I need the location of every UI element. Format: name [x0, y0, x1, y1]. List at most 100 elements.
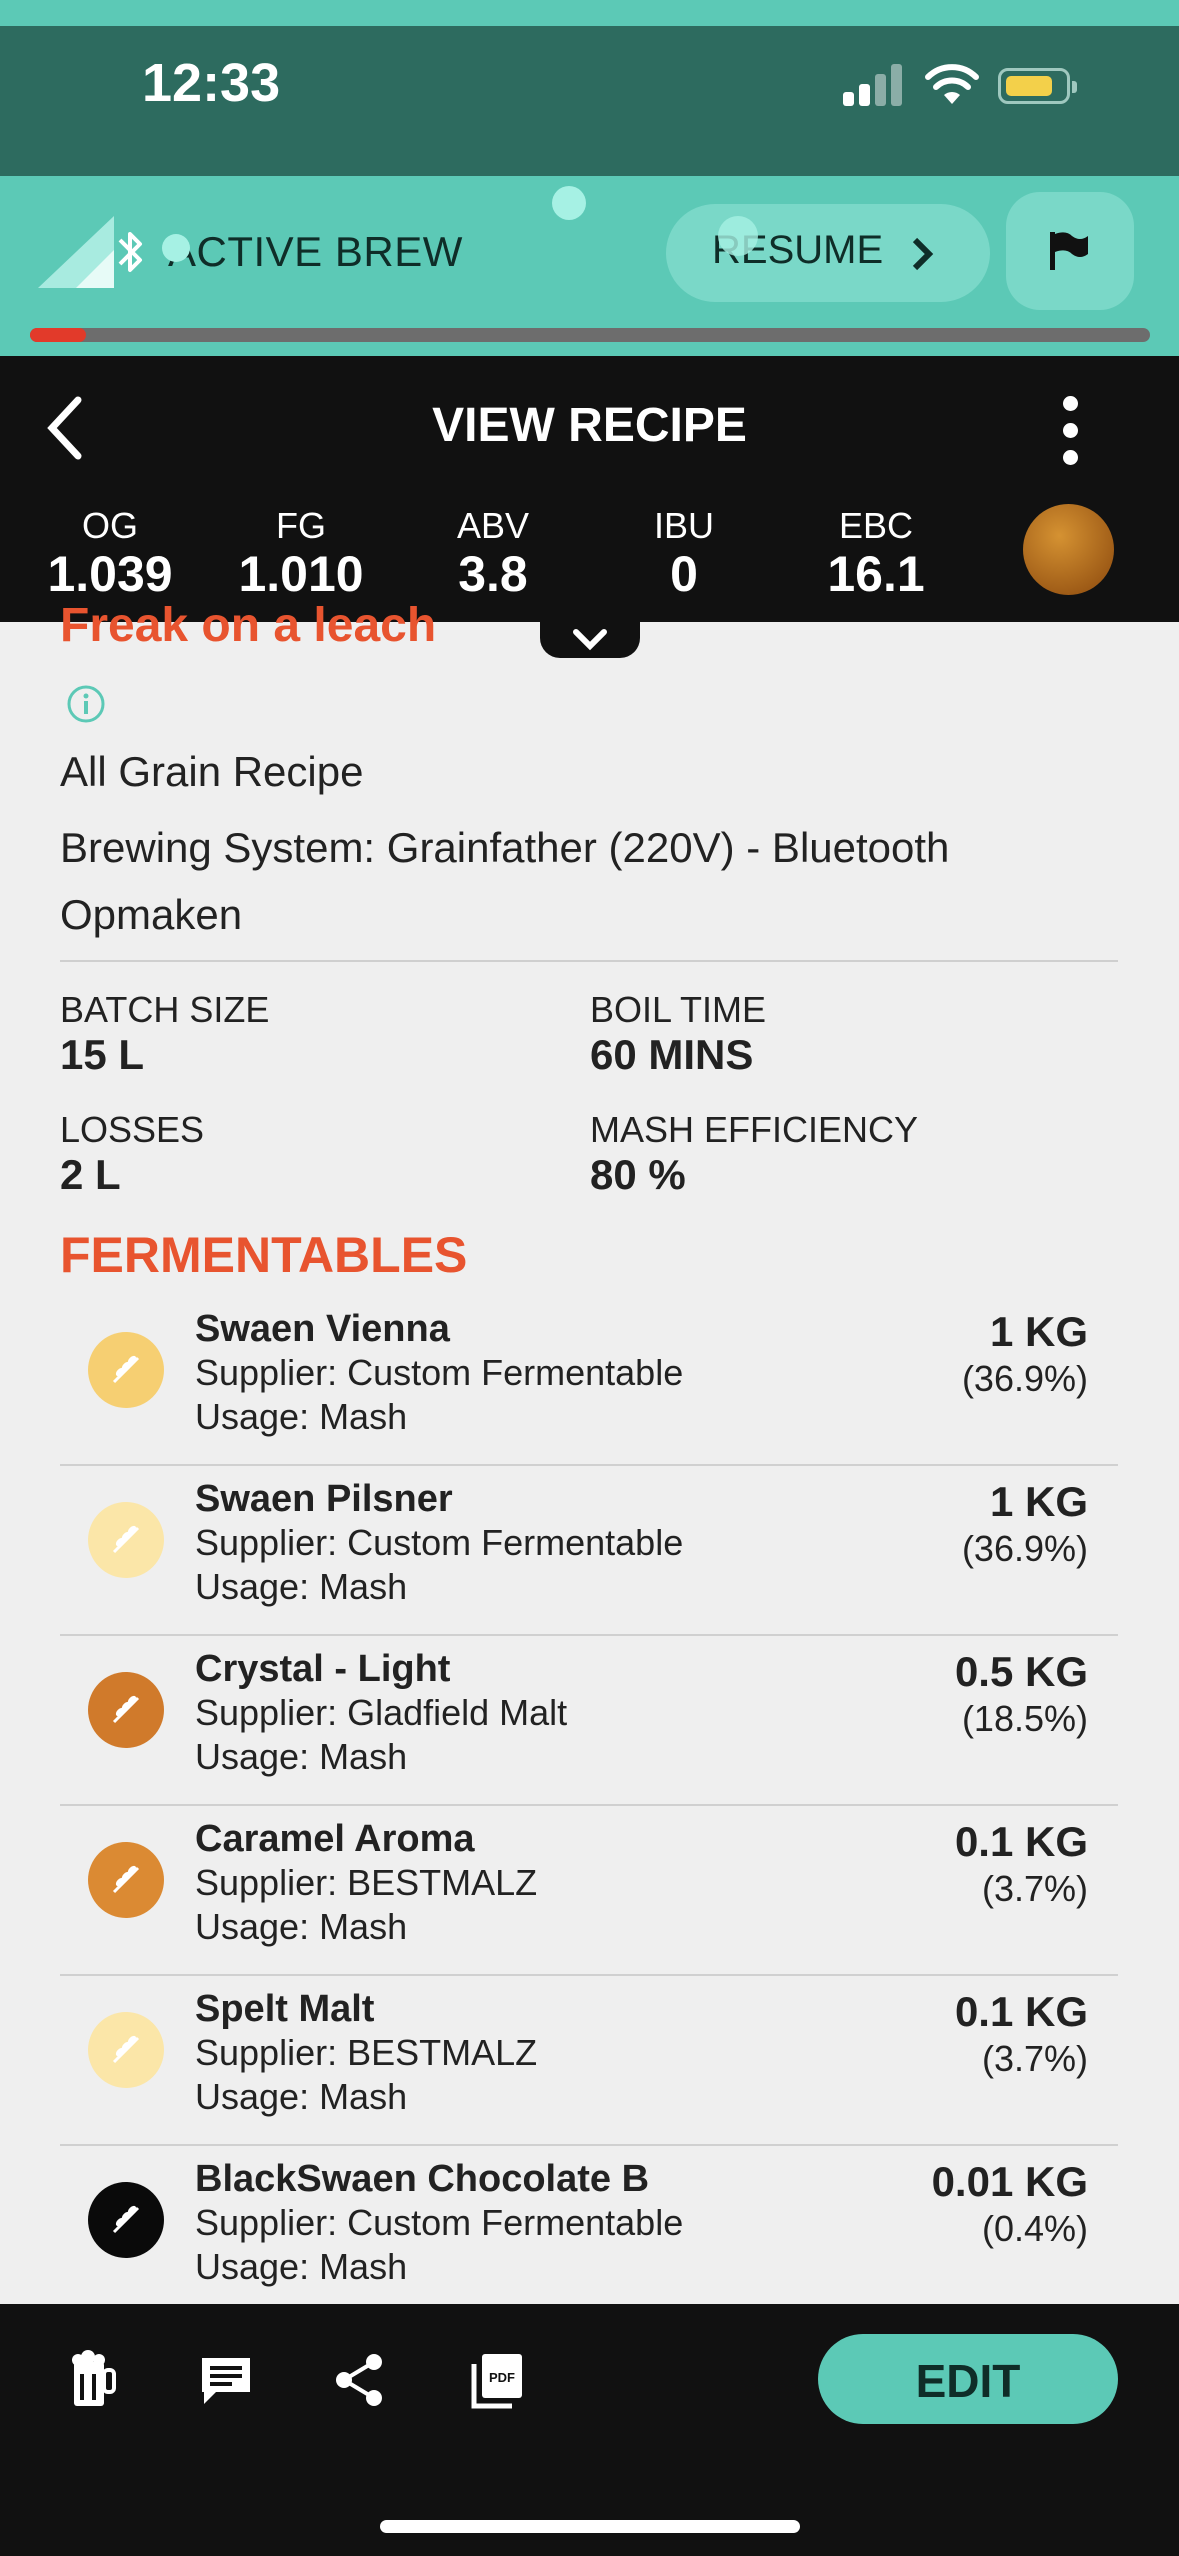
recipe-header: VIEW RECIPE OG 1.039 FG 1.010 ABV 3.8 IB…: [0, 356, 1179, 622]
fermentable-name: Crystal - Light: [195, 1648, 451, 1690]
fermentable-amount: 0.5 KG: [954, 1648, 1088, 1695]
share-icon[interactable]: [330, 2348, 390, 2412]
finish-flag-button[interactable]: [1006, 192, 1134, 310]
fermentable-usage: Usage: Mash: [195, 2076, 408, 2117]
stat-value: 1.010: [238, 546, 364, 602]
param-label: BATCH SIZE: [60, 989, 270, 1030]
fermentable-usage: Usage: Mash: [195, 1736, 408, 1777]
bottom-toolbar: PDF EDIT: [0, 2304, 1179, 2556]
fermentable-usage: Usage: Mash: [195, 1566, 408, 1607]
divider: [60, 960, 1118, 962]
param-boil-time: BOIL TIME 60 MINS: [590, 990, 766, 1080]
fermentable-amount: 0.01 KG: [931, 2158, 1088, 2205]
fermentable-percent: (3.7%): [981, 1868, 1088, 1909]
fermentable-row[interactable]: Spelt Malt Supplier: BESTMALZ Usage: Mas…: [60, 1976, 1118, 2146]
bluetooth-icon: [118, 232, 142, 272]
fermentable-supplier: Supplier: Custom Fermentable: [195, 1522, 684, 1563]
cellular-signal-icon: [843, 62, 903, 106]
fermentable-amount: 1 KG: [989, 1308, 1088, 1355]
beer-color-swatch: [1023, 504, 1114, 595]
stat-label: EBC: [838, 505, 914, 546]
param-label: LOSSES: [60, 1109, 205, 1150]
active-brew-banner[interactable]: ACTIVE BREW RESUME: [0, 176, 1179, 356]
recipe-name: Freak on a leach: [60, 599, 437, 652]
fermentable-amount: 0.1 KG: [954, 1988, 1088, 2035]
pdf-icon[interactable]: PDF: [466, 2348, 526, 2412]
fermentable-usage: Usage: Mash: [195, 1906, 408, 1947]
fermentable-percent: (36.9%): [961, 1358, 1088, 1399]
fermentable-name: BlackSwaen Chocolate B: [195, 2158, 650, 2200]
param-value: 2 L: [60, 1151, 121, 1198]
stat-label: FG: [276, 505, 326, 546]
status-time: 12:33: [142, 53, 281, 113]
fermentable-supplier: Supplier: BESTMALZ: [195, 1862, 538, 1903]
fermentable-percent: (18.5%): [961, 1698, 1088, 1739]
page-title: VIEW RECIPE: [432, 399, 747, 452]
resume-button[interactable]: RESUME: [666, 204, 990, 302]
fermentable-name: Spelt Malt: [195, 1988, 375, 2030]
brewing-system: Brewing System: Grainfather (220V) - Blu…: [60, 824, 950, 938]
fermentable-percent: (0.4%): [981, 2208, 1088, 2249]
grain-icon: [88, 2182, 164, 2258]
grain-icon: [88, 2012, 164, 2088]
fermentable-supplier: Supplier: BESTMALZ: [195, 2032, 538, 2073]
param-label: MASH EFFICIENCY: [590, 1109, 919, 1150]
fermentable-row[interactable]: BlackSwaen Chocolate B Supplier: Custom …: [60, 2146, 1118, 2316]
fermentable-usage: Usage: Mash: [195, 1396, 408, 1437]
notes-icon[interactable]: [196, 2348, 256, 2412]
grain-icon: [88, 1332, 164, 1408]
stat-ibu: IBU 0: [599, 506, 769, 603]
stat-label: ABV: [456, 505, 530, 546]
fermentable-row[interactable]: Caramel Aroma Supplier: BESTMALZ Usage: …: [60, 1806, 1118, 1976]
param-losses: LOSSES 2 L: [60, 1110, 204, 1200]
collapse-header-toggle[interactable]: [540, 622, 640, 658]
brew-progress-bar: [30, 328, 1150, 342]
stat-fg: FG 1.010: [216, 505, 386, 603]
grain-icon: [88, 1502, 164, 1578]
grainfather-logo-icon: [38, 216, 114, 288]
fermentable-amount: 1 KG: [989, 1478, 1088, 1525]
stat-value: 3.8: [458, 546, 528, 602]
edit-button[interactable]: EDIT: [818, 2334, 1118, 2424]
fermentable-name: Caramel Aroma: [195, 1818, 475, 1860]
status-top-strip: [0, 0, 1179, 26]
decorative-dot: [718, 216, 758, 256]
wifi-icon: [925, 64, 979, 104]
fermentable-row[interactable]: Swaen Pilsner Supplier: Custom Fermentab…: [60, 1466, 1118, 1636]
stat-value: 1.039: [47, 546, 173, 602]
stat-ebc: EBC 16.1: [791, 505, 961, 603]
fermentable-supplier: Supplier: Gladfield Malt: [195, 1692, 568, 1733]
param-value: 80 %: [590, 1151, 686, 1198]
home-indicator: [380, 2520, 800, 2533]
grain-icon: [88, 1842, 164, 1918]
more-options-icon[interactable]: [1058, 396, 1082, 466]
stat-abv: ABV 3.8: [408, 505, 578, 603]
decorative-dot: [552, 186, 586, 220]
param-value: 15 L: [60, 1031, 145, 1078]
fermentable-row[interactable]: Swaen Vienna Supplier: Custom Fermentabl…: [60, 1296, 1118, 1466]
grain-icon: [88, 1672, 164, 1748]
flag-icon: [1050, 232, 1088, 270]
stat-value: 16.1: [827, 546, 925, 602]
stat-value: 0: [670, 546, 698, 602]
param-batch-size: BATCH SIZE 15 L: [60, 990, 269, 1080]
fermentable-row[interactable]: Crystal - Light Supplier: Gladfield Malt…: [60, 1636, 1118, 1806]
edit-label: EDIT: [915, 2355, 1021, 2407]
fermentable-supplier: Supplier: Custom Fermentable: [195, 1352, 684, 1393]
stat-og: OG 1.039: [25, 505, 195, 603]
brew-icon[interactable]: [60, 2348, 120, 2412]
decorative-dot: [162, 234, 190, 262]
info-icon[interactable]: [66, 684, 106, 724]
param-value: 60 MINS: [590, 1031, 754, 1078]
brew-progress-fill: [30, 328, 86, 342]
fermentable-percent: (36.9%): [961, 1528, 1088, 1569]
stat-label: OG: [81, 505, 138, 546]
fermentable-name: Swaen Vienna: [195, 1308, 450, 1350]
chevron-right-icon: [912, 237, 934, 271]
recipe-type: All Grain Recipe: [60, 748, 364, 795]
active-brew-label: ACTIVE BREW: [168, 228, 463, 275]
fermentable-amount: 0.1 KG: [954, 1818, 1088, 1865]
param-mash-efficiency: MASH EFFICIENCY 80 %: [590, 1110, 918, 1200]
fermentables-title: FERMENTABLES: [60, 1227, 468, 1283]
battery-icon: [998, 68, 1077, 104]
